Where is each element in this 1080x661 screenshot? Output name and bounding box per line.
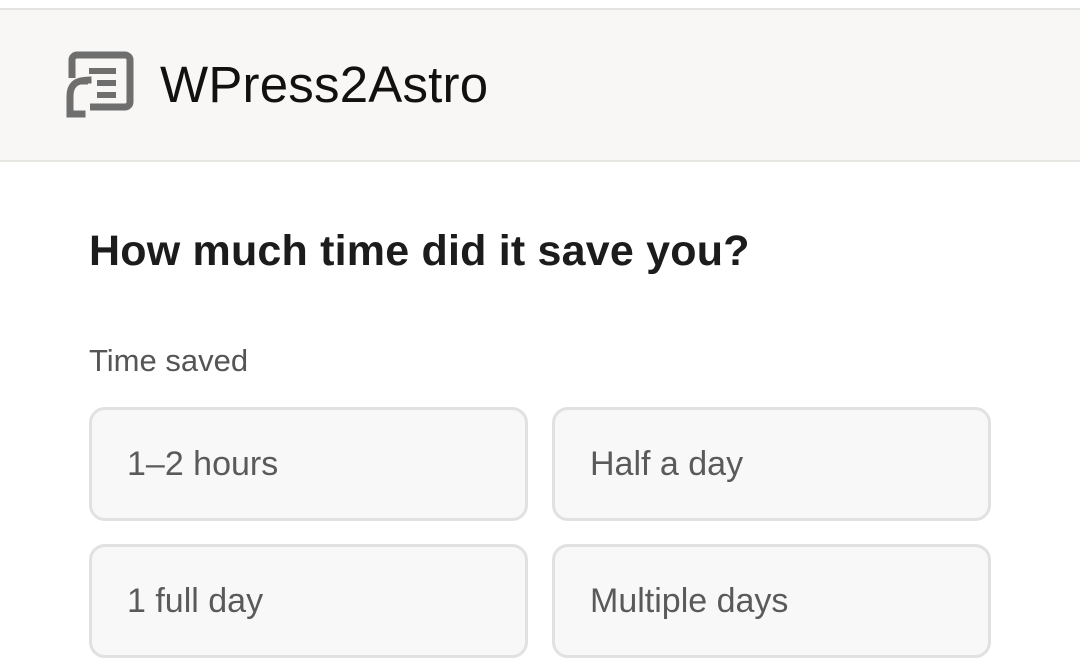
option-half-a-day[interactable]: Half a day: [552, 407, 991, 521]
time-saved-label: Time saved: [89, 343, 249, 378]
option-multiple-days[interactable]: Multiple days: [552, 544, 991, 658]
app-header: WPress2Astro: [0, 10, 1080, 162]
top-divider: [0, 0, 1080, 10]
app-title: WPress2Astro: [160, 56, 489, 113]
question-heading: How much time did it save you?: [89, 227, 750, 275]
option-label: 1 full day: [127, 581, 264, 620]
option-1-full-day[interactable]: 1 full day: [89, 544, 528, 658]
document-migrate-icon: [66, 50, 134, 118]
option-label: Multiple days: [590, 581, 789, 620]
option-label: 1–2 hours: [127, 444, 279, 483]
option-1-2-hours[interactable]: 1–2 hours: [89, 407, 528, 521]
option-label: Half a day: [590, 444, 744, 483]
